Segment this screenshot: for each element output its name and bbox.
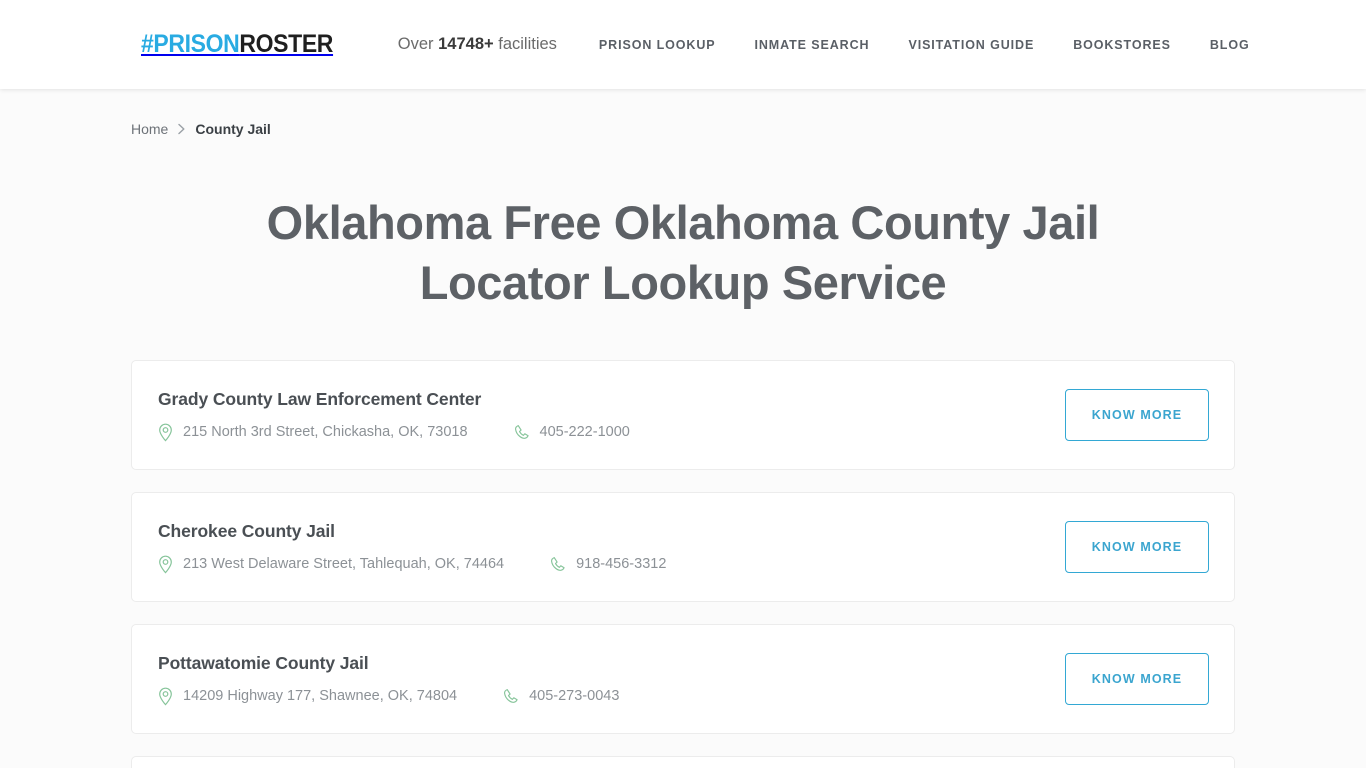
breadcrumb-item-home[interactable]: Home [131, 121, 168, 137]
facility-name: Cherokee County Jail [158, 520, 335, 541]
facility-phone-text: 918-456-3312 [576, 556, 667, 573]
nav-item-visitation-guide[interactable]: VISITATION GUIDE [908, 38, 1034, 52]
know-more-button[interactable]: Know More [1065, 653, 1209, 706]
site-logo[interactable]: #PRISONROSTER [141, 32, 333, 57]
phone-icon [550, 556, 566, 572]
facility-meta: 213 West Delaware Street, Tahlequah, OK,… [158, 555, 666, 574]
facility-count-suffix: facilities [498, 35, 557, 53]
phone-icon [514, 424, 530, 440]
facility-info: Grady County Law Enforcement Center 215 … [158, 389, 630, 442]
facility-phone: 405-222-1000 [514, 424, 630, 440]
facility-address-text: 213 West Delaware Street, Tahlequah, OK,… [183, 556, 505, 573]
breadcrumb-item-current: County Jail [195, 121, 271, 137]
logo-hash-text: #PRISON [141, 30, 240, 58]
page-content: Home County Jail Oklahoma Free Oklahoma … [123, 89, 1243, 768]
page-title: Oklahoma Free Oklahoma County Jail Locat… [266, 196, 1100, 310]
facility-address-text: 215 North 3rd Street, Chickasha, OK, 730… [183, 424, 468, 441]
chevron-right-icon [177, 123, 186, 135]
know-more-button[interactable]: Know More [1065, 389, 1209, 442]
map-pin-icon [158, 687, 173, 706]
map-pin-icon [158, 555, 173, 574]
header-inner: #PRISONROSTER Over 14748+ facilities PRI… [123, 32, 1249, 57]
logo-rest-text: ROSTER [239, 30, 334, 58]
facility-phone-text: 405-273-0043 [529, 688, 620, 705]
facility-card[interactable]: Cherokee County Jail 213 West Delaware S… [131, 492, 1235, 603]
facility-info: Cherokee County Jail 213 West Delaware S… [158, 521, 666, 574]
breadcrumb: Home County Jail [131, 89, 1235, 137]
facility-count-text: Over 14748+ facilities [398, 35, 557, 54]
facility-phone: 405-273-0043 [503, 688, 619, 704]
facility-info: Pottawatomie County Jail 14209 Highway 1… [158, 653, 619, 706]
facility-address: 213 West Delaware Street, Tahlequah, OK,… [158, 555, 504, 574]
main-navigation: PRISON LOOKUP INMATE SEARCH VISITATION G… [599, 38, 1250, 52]
facility-card[interactable]: Grady County Law Enforcement Center 215 … [131, 360, 1235, 471]
facility-meta: 215 North 3rd Street, Chickasha, OK, 730… [158, 423, 630, 442]
map-pin-icon [158, 423, 173, 442]
facility-phone-text: 405-222-1000 [539, 424, 630, 441]
facility-name: Pottawatomie County Jail [158, 652, 369, 673]
nav-item-blog[interactable]: BLOG [1210, 38, 1250, 52]
facility-card[interactable]: Pottawatomie County Jail 14209 Highway 1… [131, 624, 1235, 735]
facility-name: Grady County Law Enforcement Center [158, 388, 482, 409]
nav-item-inmate-search[interactable]: INMATE SEARCH [755, 38, 870, 52]
facility-address: 14209 Highway 177, Shawnee, OK, 74804 [158, 687, 457, 706]
phone-icon [503, 688, 519, 704]
nav-item-bookstores[interactable]: BOOKSTORES [1073, 38, 1171, 52]
site-header: #PRISONROSTER Over 14748+ facilities PRI… [0, 0, 1366, 89]
facility-list: Grady County Law Enforcement Center 215 … [131, 360, 1235, 768]
facility-count-number: 14748+ [438, 35, 494, 53]
facility-phone: 918-456-3312 [550, 556, 666, 572]
facility-card[interactable] [131, 756, 1235, 768]
facility-address: 215 North 3rd Street, Chickasha, OK, 730… [158, 423, 468, 442]
nav-item-prison-lookup[interactable]: PRISON LOOKUP [599, 38, 716, 52]
facility-meta: 14209 Highway 177, Shawnee, OK, 74804 40… [158, 687, 619, 706]
facility-address-text: 14209 Highway 177, Shawnee, OK, 74804 [183, 688, 458, 705]
know-more-button[interactable]: Know More [1065, 521, 1209, 574]
facility-count-prefix: Over [397, 35, 434, 53]
